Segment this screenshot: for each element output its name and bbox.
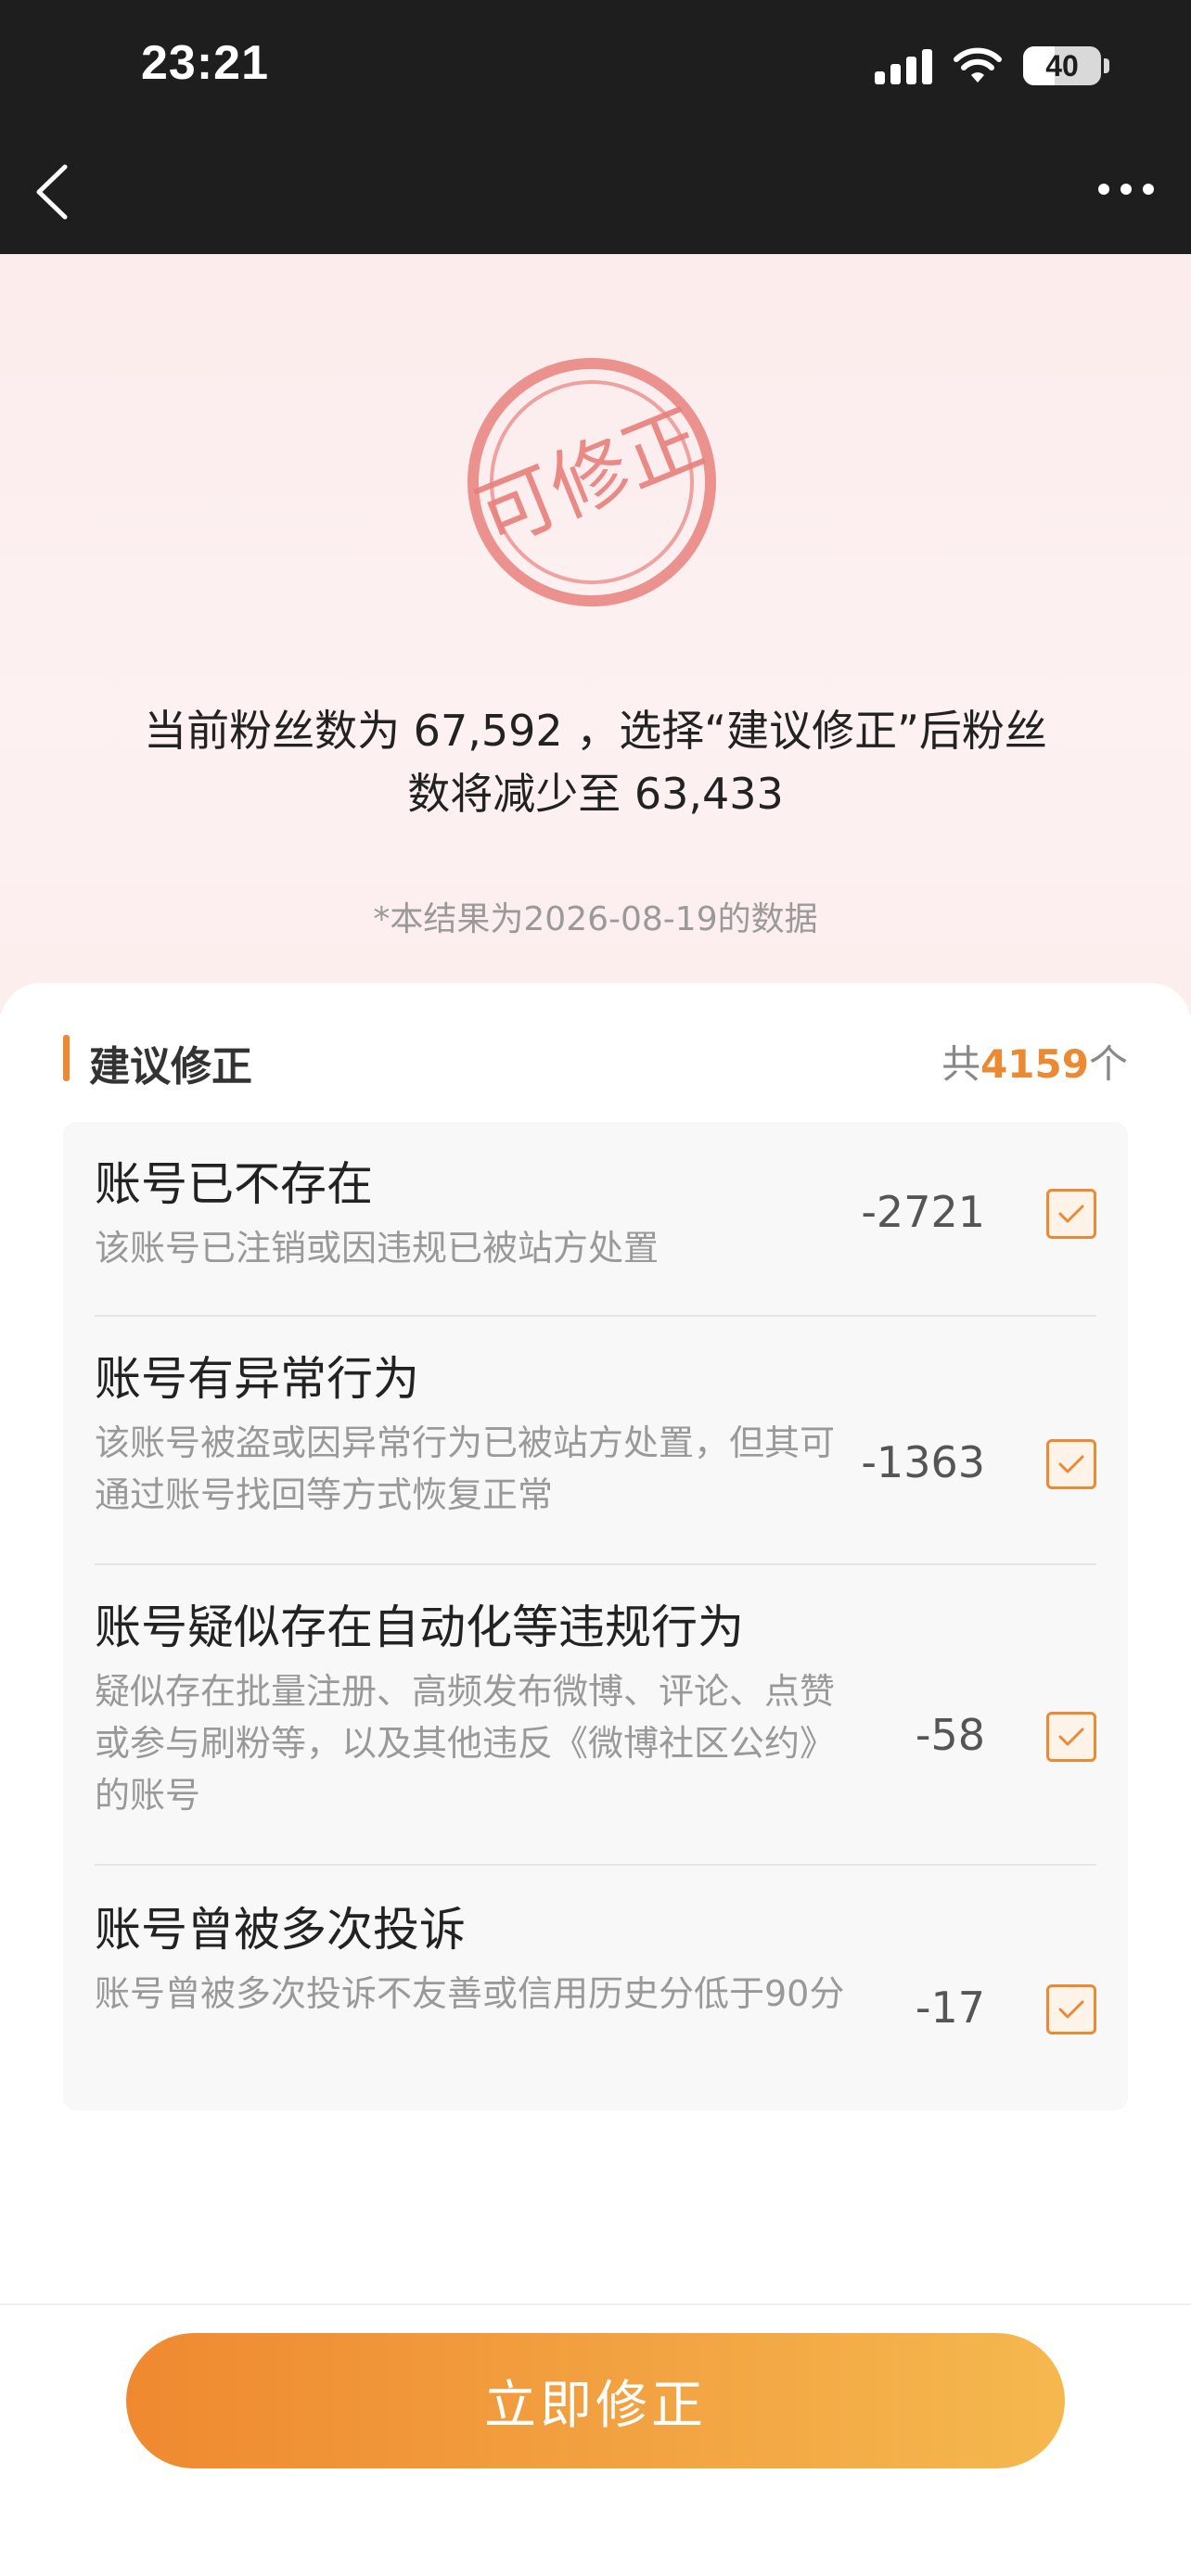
more-dot-icon: [1121, 184, 1132, 195]
hero-section: 可修正 当前粉丝数为 67,592 ，选择“建议修正”后粉丝 数将减少至 63,…: [0, 254, 1191, 1014]
item-value: -17: [915, 1983, 985, 2033]
more-button[interactable]: [1098, 184, 1154, 195]
section-title: 建议修正: [89, 1043, 252, 1090]
chevron-left-icon: [36, 164, 68, 220]
item-value: -58: [915, 1710, 985, 1760]
list-divider: [95, 1315, 1096, 1317]
item-checkbox[interactable]: [1046, 1984, 1096, 2034]
correctable-stamp: 可修正: [466, 358, 716, 606]
battery-level: 40: [1045, 48, 1079, 83]
checkmark-icon: [1058, 1728, 1084, 1746]
correct-now-button[interactable]: 立即修正: [126, 2333, 1065, 2468]
section-accent-bar: [63, 1035, 70, 1081]
stamp-label: 可修正: [466, 392, 715, 564]
footer-divider: [0, 2303, 1191, 2305]
item-title: 账号有异常行为: [95, 1352, 419, 1406]
item-title: 账号曾被多次投诉: [95, 1903, 466, 1957]
status-icons: 40: [875, 46, 1109, 85]
list-divider: [95, 1563, 1096, 1565]
suggestion-card: 建议修正 共4159个 账号已不存在 该账号已注销或因违规已被站方处置 -272…: [0, 983, 1191, 2300]
list-item[interactable]: 账号已不存在 该账号已注销或因违规已被站方处置 -2721: [95, 1152, 1096, 1282]
count-number: 4159: [980, 1041, 1089, 1087]
list-item[interactable]: 账号有异常行为 该账号被盗或因异常行为已被站方处置，但其可通过账号找回等方式恢复…: [95, 1346, 1096, 1550]
item-checkbox[interactable]: [1046, 1712, 1096, 1762]
wifi-icon: [954, 47, 1002, 83]
more-dot-icon: [1143, 184, 1154, 195]
list-divider: [95, 1864, 1096, 1866]
status-time: 23:21: [141, 36, 269, 90]
item-title: 账号疑似存在自动化等违规行为: [95, 1600, 744, 1654]
item-desc: 该账号已注销或因违规已被站方处置: [95, 1228, 660, 1269]
list-item[interactable]: 账号曾被多次投诉 账号曾被多次投诉不友善或信用历史分低于90分 -17: [95, 1897, 1096, 2092]
count-prefix: 共: [941, 1041, 981, 1087]
item-desc: 账号曾被多次投诉不友善或信用历史分低于90分: [95, 1973, 845, 2014]
item-value: -2721: [861, 1187, 985, 1237]
cellular-signal-icon: [875, 47, 932, 84]
more-dot-icon: [1098, 184, 1109, 195]
back-button[interactable]: [30, 159, 82, 224]
item-desc: 疑似存在批量注册、高频发布微博、评论、点赞或参与刷粉等，以及其他违反《微博社区公…: [95, 1671, 836, 1816]
checkmark-icon: [1058, 1205, 1084, 1223]
list-item[interactable]: 账号疑似存在自动化等违规行为 疑似存在批量注册、高频发布微博、评论、点赞或参与刷…: [95, 1595, 1096, 1864]
section-header: 建议修正 共4159个: [63, 1029, 1128, 1090]
checkmark-icon: [1058, 1455, 1084, 1473]
item-value: -1363: [861, 1437, 985, 1487]
checkmark-icon: [1058, 2000, 1084, 2019]
summary-line-2: 数将减少至 63,433: [407, 769, 784, 819]
fans-summary: 当前粉丝数为 67,592 ，选择“建议修正”后粉丝 数将减少至 63,433: [83, 699, 1108, 825]
data-date-note: *本结果为2026-08-19的数据: [373, 900, 818, 938]
summary-line-1: 当前粉丝数为 67,592 ，选择“建议修正”后粉丝: [144, 706, 1047, 756]
top-bar: 23:21 40: [0, 0, 1191, 254]
item-checkbox[interactable]: [1046, 1189, 1096, 1239]
battery-icon: 40: [1023, 46, 1101, 85]
count-suffix: 个: [1088, 1041, 1128, 1087]
suggestion-list: 账号已不存在 该账号已注销或因违规已被站方处置 -2721 账号有异常行为 该账…: [63, 1122, 1128, 2111]
section-count: 共4159个: [941, 1033, 1128, 1090]
item-desc: 该账号被盗或因异常行为已被站方处置，但其可通过账号找回等方式恢复正常: [95, 1422, 836, 1515]
item-checkbox[interactable]: [1046, 1439, 1096, 1489]
